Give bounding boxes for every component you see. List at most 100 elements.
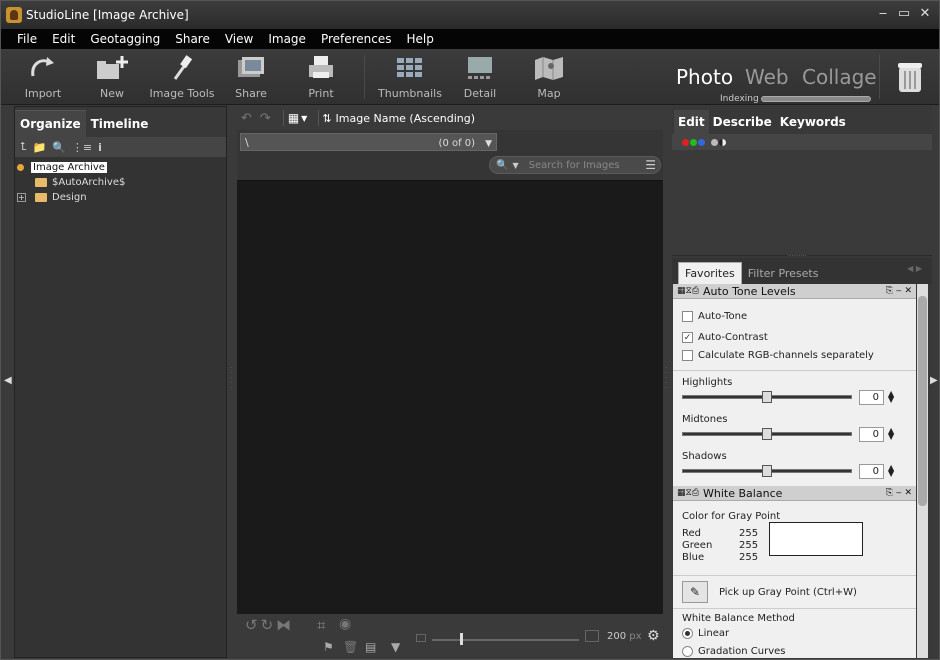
grid-view-icon[interactable]: ▦ [288, 111, 299, 125]
collapse-right-icon[interactable]: ▶ [930, 375, 938, 386]
new-button[interactable]: New [77, 53, 147, 100]
radio[interactable] [682, 645, 693, 657]
up-level-icon[interactable]: ⮤ [20, 140, 27, 154]
menu-preferences[interactable]: Preferences [321, 32, 392, 46]
spinner-icon[interactable]: ▲ ▼ [888, 390, 894, 404]
green-channel-icon[interactable] [690, 138, 697, 146]
checkbox-box[interactable] [682, 310, 693, 322]
slider-thumb[interactable] [762, 428, 772, 440]
tab-scroll-icons[interactable]: ◀ ▶ [907, 264, 922, 273]
section-window-icons[interactable]: ⎘ ‒ ✕ [886, 286, 912, 296]
auto-tone-checkbox[interactable]: Auto-Tone [673, 307, 916, 325]
auto-tone-header[interactable]: ▦⧖⎙ Auto Tone Levels ⎘ ‒ ✕ [673, 284, 916, 299]
gray-channel-icon[interactable] [711, 138, 718, 146]
blue-channel-icon[interactable] [698, 138, 705, 146]
minimize-button[interactable]: ‒ [873, 6, 893, 21]
eye-icon[interactable]: ◉ [339, 616, 351, 632]
gradation-radio[interactable]: Gradation Curves [673, 642, 916, 658]
rotate-icons[interactable]: ↺↻⧓ [245, 616, 294, 634]
zoom-slider-thumb[interactable] [460, 633, 463, 645]
pipette-icon[interactable]: ✎ [682, 581, 708, 603]
close-button[interactable]: ✕ [915, 6, 935, 21]
flag-icon[interactable]: ⚑ [323, 640, 334, 654]
slider-thumb[interactable] [762, 391, 772, 403]
menu-share[interactable]: Share [175, 32, 210, 46]
tab-keywords[interactable]: Keywords [776, 110, 850, 134]
midtones-input[interactable]: 0 [859, 426, 884, 442]
chevron-down-icon[interactable]: ▼ [512, 161, 518, 170]
zoom-slider[interactable] [432, 633, 579, 645]
tree-structure-icon[interactable]: ⋮≡ [72, 141, 92, 154]
menu-file[interactable]: File [17, 32, 37, 46]
crop-icon[interactable]: ⌗ [317, 616, 325, 634]
undo-icon[interactable]: ↶ [241, 111, 252, 126]
settings-scrollbar[interactable] [917, 284, 928, 658]
trash-icon[interactable] [895, 59, 925, 95]
rgb-separate-checkbox[interactable]: Calculate RGB-channels separately [673, 346, 916, 364]
thumbnails-view-button[interactable]: Thumbnails [375, 53, 445, 100]
spinner-icon[interactable]: ▲ ▼ [888, 464, 894, 478]
shadows-input[interactable]: 0 [859, 463, 884, 479]
import-button[interactable]: Import [8, 53, 78, 100]
left-splitter[interactable]: · · · · · [230, 365, 232, 392]
highlights-slider[interactable] [682, 391, 852, 403]
white-balance-header[interactable]: ▦⧖⎙ White Balance ⎘ ‒ ✕ [673, 486, 916, 501]
share-button[interactable]: Share [216, 53, 286, 100]
tab-describe[interactable]: Describe [709, 110, 776, 134]
image-tools-button[interactable]: Image Tools [147, 53, 217, 100]
menu-view[interactable]: View [225, 32, 253, 46]
checkbox-box-checked[interactable]: ✓ [682, 331, 693, 343]
gear-icon[interactable]: ⚙ [647, 628, 660, 644]
search-icon[interactable]: 🔍 [52, 141, 66, 154]
search-icon[interactable]: 🔍 [496, 160, 508, 171]
tab-edit[interactable]: Edit [674, 110, 709, 134]
redo-icon[interactable]: ↷ [260, 111, 271, 126]
shadows-slider[interactable] [682, 465, 852, 477]
red-channel-icon[interactable] [682, 138, 689, 146]
gray-point-swatch[interactable] [769, 522, 863, 556]
highlights-input[interactable]: 0 [859, 389, 884, 405]
tab-timeline[interactable]: Timeline [86, 111, 154, 137]
tree-node-design[interactable]: + Design [17, 190, 224, 205]
right-splitter[interactable]: · · · · · [665, 365, 667, 392]
chevron-down-icon[interactable]: ▼ [485, 139, 492, 149]
menu-edit[interactable]: Edit [52, 32, 75, 46]
section-window-icons[interactable]: ⎘ ‒ ✕ [886, 488, 912, 498]
mode-collage-tab[interactable]: Collage [802, 65, 877, 89]
tab-organize[interactable]: Organize [15, 110, 86, 137]
sort-label[interactable]: Image Name (Ascending) [336, 112, 476, 125]
menu-icon[interactable]: ☰ [645, 158, 656, 172]
tab-filter-presets[interactable]: Filter Presets [742, 263, 825, 284]
scrollbar-thumb[interactable] [918, 296, 927, 506]
delete-icon[interactable]: 🗑 [343, 640, 358, 654]
detail-view-button[interactable]: Detail [445, 53, 515, 100]
linear-radio[interactable]: Linear [673, 624, 916, 642]
edit-info-icon[interactable]: ▤ [365, 640, 376, 654]
path-field[interactable]: \ (0 of 0) ▼ [240, 133, 497, 151]
menu-geotagging[interactable]: Geotagging [90, 32, 160, 46]
maximize-button[interactable]: ▭ [894, 6, 914, 21]
chevron-down-icon[interactable]: ▼ [301, 114, 307, 123]
mode-photo-tab[interactable]: Photo [676, 65, 733, 89]
checkbox-box[interactable] [682, 349, 693, 361]
image-viewer[interactable] [237, 180, 663, 614]
print-button[interactable]: Print [286, 53, 356, 100]
mode-web-tab[interactable]: Web [745, 65, 789, 89]
tab-favorites[interactable]: Favorites [678, 262, 742, 284]
radio-selected[interactable] [682, 627, 693, 639]
map-view-button[interactable]: Map [514, 53, 584, 100]
expand-icon[interactable]: + [17, 193, 26, 202]
filter-icon[interactable]: ▼ [391, 640, 400, 654]
sort-icon[interactable]: ⇅ [322, 112, 331, 125]
auto-contrast-checkbox[interactable]: ✓ Auto-Contrast [673, 328, 916, 346]
tree-node-image-archive[interactable]: Image Archive [17, 160, 224, 175]
info-icon[interactable]: i [98, 141, 102, 154]
menu-image[interactable]: Image [268, 32, 306, 46]
menu-help[interactable]: Help [407, 32, 434, 46]
contrast-icon[interactable] [719, 138, 726, 146]
slider-thumb[interactable] [762, 465, 772, 477]
collapse-left-icon[interactable]: ◀ [4, 375, 12, 386]
midtones-slider[interactable] [682, 428, 852, 440]
spinner-icon[interactable]: ▲ ▼ [888, 427, 894, 441]
tree-node-autoarchive[interactable]: $AutoArchive$ [17, 175, 224, 190]
